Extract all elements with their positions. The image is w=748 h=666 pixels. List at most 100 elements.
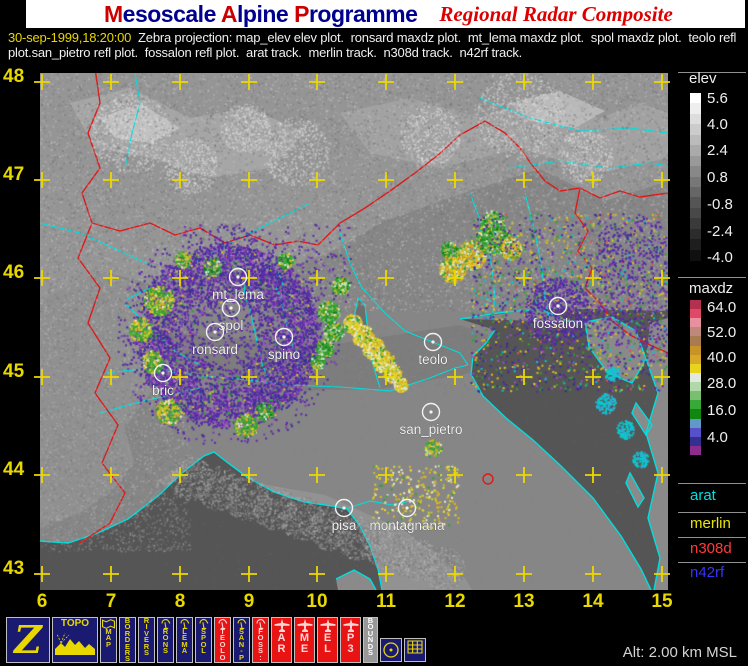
toolbar-button-letters: BOUNDS — [367, 617, 374, 658]
lat-tick-44: 44 — [3, 459, 25, 480]
toolbar-button-lema[interactable]: LEMA — [176, 617, 193, 663]
zebra-z-icon: Z — [14, 617, 42, 662]
toolbar-button-foss[interactable]: FOSS: — [252, 617, 269, 663]
toolbar-button-letters: AR — [277, 632, 286, 655]
status-timestamp: 30-sep-1999,18:20:00 — [8, 30, 132, 45]
toolbar-button-letters: SAN-P — [238, 627, 245, 662]
plane-icon — [297, 619, 313, 633]
lat-tick-45: 45 — [3, 361, 25, 382]
page-title: Mesoscale Alpine Programme — [104, 0, 418, 28]
toolbar-button-letters: SPOL — [200, 627, 207, 656]
lon-tick-15: 15 — [651, 591, 673, 612]
separator — [678, 483, 746, 484]
scale-tick: 2.4 — [707, 142, 728, 159]
scale-tick: 64.0 — [707, 299, 737, 316]
scale-segment — [690, 207, 701, 219]
lat-tick-48: 48 — [3, 66, 25, 87]
scale-segment — [690, 93, 701, 104]
grid-icon — [407, 640, 423, 654]
scale-segment — [690, 155, 701, 167]
toolbar-button-me[interactable]: ME — [294, 617, 315, 663]
toolbar-button-letters: RONS — [162, 627, 169, 656]
scale-tick: 16.0 — [707, 402, 737, 419]
status-line-2: plot.san_pietro refl plot. fossalon refl… — [8, 45, 523, 60]
page-subtitle: Regional Radar Composite — [439, 1, 673, 26]
toolbar-button-el[interactable]: EL — [317, 617, 338, 663]
map-viewport[interactable] — [40, 73, 668, 590]
toolbar-button-rivers[interactable]: RIVERS — [138, 617, 155, 663]
toolbar-button-letters: MAP — [105, 627, 112, 649]
toolbar-button-map[interactable]: MAP — [100, 617, 117, 663]
scale-segment — [690, 445, 701, 456]
toolbar-button-letters: RIVERS — [143, 617, 150, 658]
toolbar-button-spol[interactable]: SPOL — [195, 617, 212, 663]
separator — [678, 512, 746, 513]
toolbar-button-bounds[interactable]: BOUNDS — [363, 617, 378, 663]
scale-segment — [690, 166, 701, 177]
lon-tick-10: 10 — [306, 591, 328, 612]
separator — [678, 537, 746, 538]
lon-tick-9: 9 — [243, 591, 255, 612]
toolbar-button-borders[interactable]: BORDERS — [119, 617, 136, 663]
scale-segment — [690, 134, 701, 146]
lon-tick-13: 13 — [513, 591, 535, 612]
lon-tick-7: 7 — [105, 591, 117, 612]
plane-icon — [320, 619, 336, 633]
scale-segment — [690, 113, 701, 125]
radar-echo-layer — [40, 73, 668, 590]
scale-segment — [690, 249, 701, 261]
elev-scale-title: elev — [689, 70, 717, 87]
track-legend-n42rf: n42rf — [690, 564, 725, 581]
title-segment: lpine — [237, 0, 295, 27]
scale-segment — [690, 145, 701, 157]
circle-dot-icon — [381, 640, 401, 660]
toolbar-button-stations[interactable] — [380, 638, 402, 662]
toolbar-button-letters: TEOLO — [219, 627, 226, 662]
toolbar-button-teolo[interactable]: TEOLO — [214, 617, 231, 663]
toolbar-button-letters: BORDERS — [124, 617, 131, 663]
zebra-radar-app: Mesoscale Alpine Programme Regional Rada… — [0, 0, 748, 666]
toolbar-button-letters: ME — [299, 632, 310, 655]
lon-tick-12: 12 — [444, 591, 466, 612]
toolbar-button-zebra[interactable]: Z — [6, 617, 50, 663]
scale-tick: 4.0 — [707, 116, 728, 133]
scale-segment — [690, 218, 701, 230]
scale-segment — [690, 197, 701, 209]
scale-tick: 5.6 — [707, 90, 728, 107]
maxdz-scale-title: maxdz — [689, 280, 734, 297]
track-legend-arat: arat — [690, 487, 716, 504]
separator — [678, 562, 746, 563]
toolbar-button-label: TOPO — [60, 618, 90, 629]
separator — [678, 277, 746, 278]
plane-icon — [343, 619, 359, 633]
lon-tick-11: 11 — [375, 591, 397, 612]
title-segment: M — [104, 0, 123, 27]
title-segment: A — [220, 0, 238, 27]
toolbar-button-san-p[interactable]: SAN-P — [233, 617, 250, 663]
lat-tick-47: 47 — [3, 164, 25, 185]
title-bar: Mesoscale Alpine Programme Regional Rada… — [26, 0, 745, 28]
toolbar-button-ar[interactable]: AR — [271, 617, 292, 663]
lat-tick-46: 46 — [3, 262, 25, 283]
topo-icon — [55, 631, 95, 655]
toolbar-button-letters: P3 — [346, 632, 355, 655]
scale-segment — [690, 176, 701, 188]
scale-tick: 0.8 — [707, 169, 728, 186]
toolbar-button-topo[interactable]: TOPO — [52, 617, 98, 663]
scale-segment — [690, 124, 701, 136]
toolbar-button-letters: LEMA — [181, 627, 188, 656]
scale-tick: 4.0 — [707, 429, 728, 446]
status-text-1: Zebra projection: map_elev elev plot. ro… — [131, 30, 737, 45]
toolbar-button-p3[interactable]: P3 — [340, 617, 361, 663]
scale-tick: 52.0 — [707, 324, 737, 341]
title-segment: rogramme — [308, 0, 418, 27]
scale-tick: -2.4 — [707, 223, 733, 240]
toolbar-button-gridlines[interactable] — [404, 638, 426, 662]
lon-tick-8: 8 — [174, 591, 186, 612]
title-segment: P — [294, 0, 309, 27]
toolbar-button-rons[interactable]: RONS — [157, 617, 174, 663]
status-line-1: 30-sep-1999,18:20:00 Zebra projection: m… — [8, 30, 736, 45]
lon-tick-14: 14 — [582, 591, 604, 612]
scale-segment — [690, 186, 701, 198]
plane-icon — [274, 619, 290, 633]
